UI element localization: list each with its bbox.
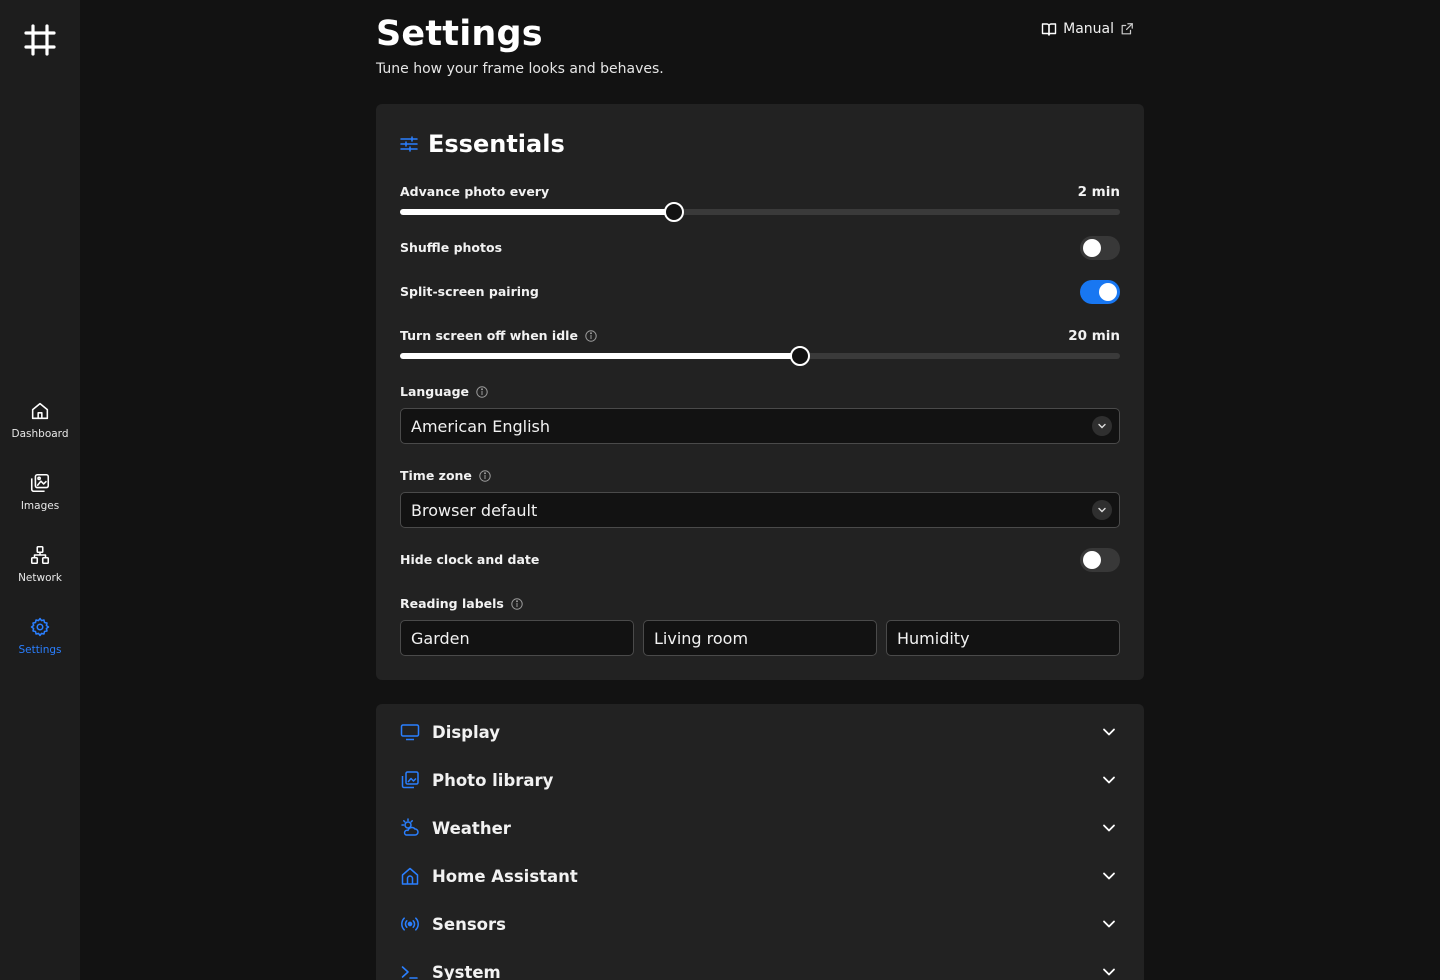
split-screen-toggle[interactable] — [1080, 280, 1120, 304]
info-icon[interactable] — [585, 329, 597, 342]
section-label: Weather — [432, 818, 511, 838]
manual-label: Manual — [1063, 21, 1114, 37]
app: Dashboard Images Network Settings Settin… — [0, 0, 1440, 980]
toggle-knob — [1099, 283, 1117, 301]
hide-clock-label: Hide clock and date — [400, 552, 540, 567]
timezone-row: Time zone Browser default — [400, 468, 1120, 528]
sidebar-item-label: Images — [20, 500, 60, 512]
images-icon — [30, 473, 50, 493]
toggle-knob — [1083, 551, 1101, 569]
sidebar-item-images[interactable]: Images — [0, 466, 80, 530]
essentials-header: Essentials — [400, 130, 565, 158]
section-label: Home Assistant — [432, 866, 578, 886]
sidebar-item-dashboard[interactable]: Dashboard — [0, 394, 80, 458]
essentials-card: Essentials Advance photo every 2 min Shu… — [376, 104, 1144, 680]
page-title: Settings — [376, 14, 543, 54]
advance-photo-row: Advance photo every 2 min — [400, 184, 1120, 222]
chevron-down-icon — [1092, 416, 1112, 436]
language-select[interactable]: American English — [400, 408, 1120, 444]
section-label: System — [432, 962, 501, 980]
timezone-label: Time zone — [400, 468, 1120, 483]
chevron-down-icon — [1103, 968, 1115, 976]
section-home-assistant[interactable]: Home Assistant — [400, 856, 1120, 896]
section-label: Photo library — [432, 770, 554, 790]
reading-labels-inputs — [400, 620, 1120, 656]
screen-off-label: Turn screen off when idle — [400, 328, 1120, 343]
advance-photo-label-text: Advance photo every — [400, 184, 550, 199]
chevron-down-icon — [1103, 776, 1115, 784]
timezone-label-text: Time zone — [400, 468, 472, 483]
reading-labels-label: Reading labels — [400, 596, 1120, 611]
screen-off-label-text: Turn screen off when idle — [400, 328, 578, 343]
language-select-value: American English — [411, 416, 550, 436]
frame-logo-icon[interactable] — [22, 22, 58, 58]
sections-card: Display Photo library Weather Home Assis… — [376, 704, 1144, 980]
sidebar-item-settings[interactable]: Settings — [0, 610, 80, 674]
reading-labels-label-text: Reading labels — [400, 596, 504, 611]
chevron-down-icon — [1103, 920, 1115, 928]
weather-icon — [401, 818, 419, 836]
section-label: Display — [432, 722, 501, 742]
language-row: Language American English — [400, 384, 1120, 444]
advance-photo-label: Advance photo every — [400, 184, 1120, 199]
network-icon — [30, 545, 50, 565]
home-assistant-icon — [401, 867, 419, 885]
shuffle-label: Shuffle photos — [400, 240, 503, 255]
advance-photo-slider-thumb[interactable] — [663, 202, 684, 222]
hide-clock-row: Hide clock and date — [400, 548, 1120, 572]
toggle-knob — [1083, 239, 1101, 257]
screen-off-slider-thumb[interactable] — [789, 346, 810, 366]
language-label: Language — [400, 384, 1120, 399]
reading-label-input-2[interactable] — [643, 620, 877, 656]
sliders-icon — [400, 136, 418, 152]
sensors-icon — [401, 917, 419, 931]
hide-clock-toggle[interactable] — [1080, 548, 1120, 572]
section-weather[interactable]: Weather — [400, 808, 1120, 848]
chevron-down-icon — [1103, 728, 1115, 736]
info-icon[interactable] — [479, 469, 491, 482]
book-icon — [1041, 23, 1057, 36]
sidebar-item-label: Network — [18, 572, 62, 584]
screen-off-value: 20 min — [1068, 328, 1120, 344]
sidebar-item-label: Settings — [18, 644, 62, 656]
language-label-text: Language — [400, 384, 470, 399]
timezone-select[interactable]: Browser default — [400, 492, 1120, 528]
screen-off-slider-fill — [400, 353, 800, 359]
page-subtitle: Tune how your frame looks and behaves. — [376, 61, 664, 77]
timezone-select-value: Browser default — [411, 500, 538, 520]
chevron-down-icon — [1103, 872, 1115, 880]
reading-label-input-3[interactable] — [886, 620, 1120, 656]
photo-library-icon — [401, 771, 419, 789]
manual-link[interactable]: Manual — [1041, 21, 1134, 37]
screen-off-slider[interactable] — [400, 346, 1120, 366]
shuffle-row: Shuffle photos — [400, 236, 1120, 260]
section-photo-library[interactable]: Photo library — [400, 760, 1120, 800]
advance-photo-slider[interactable] — [400, 202, 1120, 222]
advance-photo-value: 2 min — [1077, 184, 1120, 200]
split-screen-label: Split-screen pairing — [400, 284, 539, 299]
section-system[interactable]: System — [400, 952, 1120, 980]
info-icon[interactable] — [511, 597, 523, 610]
sidebar: Dashboard Images Network Settings — [0, 0, 80, 980]
chevron-down-icon — [1103, 824, 1115, 832]
info-icon[interactable] — [476, 385, 488, 398]
sidebar-item-label: Dashboard — [11, 428, 69, 440]
screen-off-row: Turn screen off when idle 20 min — [400, 328, 1120, 366]
split-screen-row: Split-screen pairing — [400, 280, 1120, 304]
section-label: Sensors — [432, 914, 506, 934]
essentials-title: Essentials — [428, 130, 565, 158]
terminal-icon — [401, 966, 418, 979]
chevron-down-icon — [1092, 500, 1112, 520]
reading-label-input-1[interactable] — [400, 620, 634, 656]
section-sensors[interactable]: Sensors — [400, 904, 1120, 944]
gear-icon — [30, 617, 50, 637]
reading-labels-row: Reading labels — [400, 596, 1120, 656]
shuffle-toggle[interactable] — [1080, 236, 1120, 260]
external-link-icon — [1121, 23, 1133, 35]
advance-photo-slider-fill — [400, 209, 674, 215]
monitor-icon — [400, 724, 420, 741]
sidebar-item-network[interactable]: Network — [0, 538, 80, 602]
section-display[interactable]: Display — [400, 712, 1120, 752]
home-icon — [31, 402, 49, 420]
